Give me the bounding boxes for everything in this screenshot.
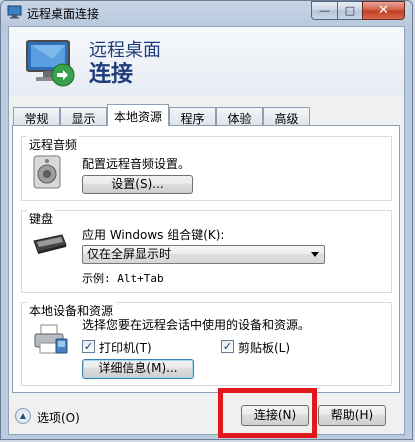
dialog-footer: ▲ 选项(O) 连接(N) 帮助(H) — [9, 397, 404, 434]
local-resources-page: 远程音频 配置远程音频设置。 设置(S)... 键盘 应用 Windows 组合… — [12, 125, 400, 393]
audio-settings-button[interactable]: 设置(S)... — [82, 175, 193, 194]
devices-description: 选择您要在远程会话中使用的设备和资源。 — [82, 318, 311, 332]
minimize-button[interactable]: — — [311, 1, 338, 20]
tab-programs[interactable]: 程序 — [169, 107, 216, 126]
tab-advanced[interactable]: 高级 — [263, 107, 310, 126]
tab-general[interactable]: 常规 — [13, 107, 60, 126]
options-label[interactable]: 选项(O) — [37, 409, 80, 426]
clipboard-checkbox[interactable]: ✓ — [221, 340, 234, 353]
details-button[interactable]: 详细信息(M)... — [82, 359, 194, 379]
keyboard-icon — [33, 234, 67, 254]
remote-desktop-monitor-icon — [26, 40, 75, 87]
speaker-icon — [33, 155, 61, 189]
header-title-line2: 连接 — [89, 62, 134, 87]
help-button[interactable]: 帮助(H) — [318, 405, 386, 426]
tab-experience[interactable]: 体验 — [216, 107, 263, 126]
audio-description: 配置远程音频设置。 — [82, 157, 191, 171]
local-devices-group: 本地设备和资源 选择您要在远程会话中使用的设备和资源。 ✓ 打印机(T) ✓ 剪… — [21, 302, 392, 386]
minimize-icon: — — [319, 4, 330, 17]
close-icon: ✕ — [378, 3, 389, 18]
highlight-annotation-box — [218, 388, 317, 438]
dialog-header: 远程桌面 连接 — [9, 27, 404, 97]
remote-desktop-app-icon — [7, 5, 22, 19]
tab-local-resources[interactable]: 本地资源 — [107, 104, 169, 126]
chevron-down-icon — [311, 252, 319, 257]
keyboard-title: 键盘 — [27, 210, 56, 227]
keyboard-combo-select[interactable]: 仅在全屏显示时 — [82, 245, 325, 264]
options-panel: 常规 显示 本地资源 程序 体验 高级 远程音频 配置远程音频设置。 设置(S)… — [9, 97, 404, 397]
tab-display[interactable]: 显示 — [60, 107, 107, 126]
options-toggle[interactable]: ▲ — [15, 408, 31, 424]
maximize-button[interactable]: □ — [337, 1, 363, 20]
dialog-client-area: 远程桌面 连接 常规 显示 本地资源 程序 体验 高级 远程音频 配置远程音频设… — [8, 26, 405, 435]
keyboard-combo-label: 应用 Windows 组合键(K): — [82, 228, 225, 242]
keyboard-example: 示例: Alt+Tab — [82, 272, 164, 285]
remote-audio-title: 远程音频 — [27, 136, 80, 153]
clipboard-label[interactable]: 剪贴板(L) — [238, 339, 290, 356]
title-bar[interactable]: 远程桌面连接 — □ ✕ — [1, 1, 412, 25]
window-title: 远程桌面连接 — [27, 7, 100, 21]
maximize-icon: □ — [344, 4, 356, 17]
keyboard-group: 键盘 应用 Windows 组合键(K): 仅在全屏显示时 示例: Alt+Ta… — [21, 210, 392, 293]
printer-checkbox[interactable]: ✓ — [82, 340, 95, 353]
close-button[interactable]: ✕ — [362, 1, 405, 20]
remote-audio-group: 远程音频 配置远程音频设置。 设置(S)... — [21, 136, 392, 201]
chevron-up-icon: ▲ — [19, 411, 27, 420]
remote-desktop-window: 远程桌面连接 — □ ✕ 远程桌面 连接 常规 显示 本地资源 程序 体验 高级… — [0, 0, 413, 440]
printer-label[interactable]: 打印机(T) — [99, 339, 152, 356]
printer-devices-icon — [34, 324, 68, 354]
